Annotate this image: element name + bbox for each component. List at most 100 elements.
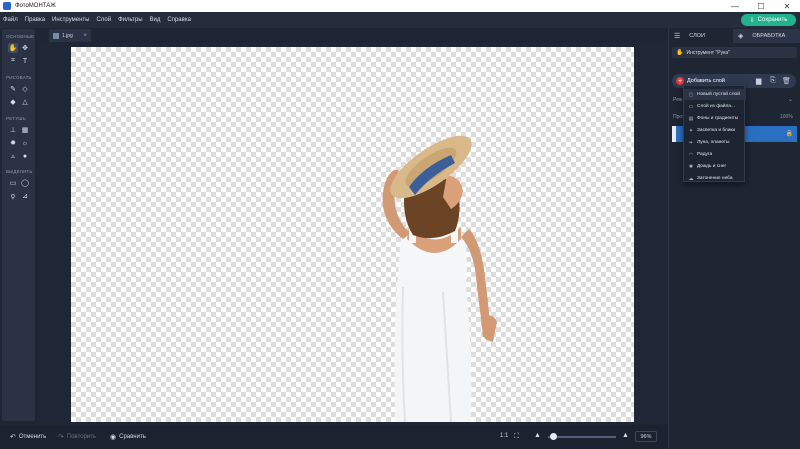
menu-tools[interactable]: Инструменты (52, 17, 89, 23)
lasso-tool-icon[interactable]: ϙ (8, 191, 18, 201)
maximize-button[interactable]: ☐ (748, 0, 774, 12)
add-layer-menu: ▢ Новый пустой слой ▭ Слой из файла... ▤ Фоны… (683, 85, 746, 184)
sliders-icon: ☰ (674, 33, 681, 40)
blend-mode-label: Реж (673, 97, 683, 103)
blur-tool-icon[interactable]: ● (20, 151, 30, 161)
menu-file[interactable]: Файл (3, 17, 18, 23)
crop-tool-icon[interactable]: ⌗ (8, 56, 18, 66)
redo-button[interactable]: ↷ Повторить (58, 433, 96, 441)
patch-tool-icon[interactable]: ▦ (20, 125, 30, 135)
menu-item-label: Луна, планеты (697, 140, 730, 145)
burn-tool-icon[interactable]: ☼ (20, 138, 30, 148)
duplicate-icon[interactable]: ⎘ (770, 77, 776, 85)
app-logo-icon (3, 2, 11, 10)
menu-edit[interactable]: Правка (25, 17, 45, 23)
menu-help[interactable]: Справка (167, 17, 191, 23)
menu-item-cloud[interactable]: ☁ Затонение неба (684, 173, 746, 184)
rect-select-icon[interactable]: ▭ (8, 178, 18, 188)
menu-filters[interactable]: Фильтры (118, 17, 142, 23)
menu-item-label: Новый пустой слой (697, 92, 740, 97)
tools-panel: ОСНОВНЫЕ ✋ ✥ ⌗ T РИСОВАТЬ ✎ ◇ ◆ △ РЕТУШЬ… (2, 29, 35, 421)
panel-tabs: ☰ СЛОИ ◈ ОБРАБОТКА (669, 28, 800, 44)
menu-item-label: Фоны и градиенты (697, 116, 739, 121)
menu-item-snow[interactable]: ✱ Дождь и снег (684, 161, 746, 172)
tab-layers[interactable]: ☰ СЛОИ (669, 29, 733, 43)
undo-label: Отменить (18, 434, 47, 440)
menu-item-sparkle[interactable]: ✦ Засветка и блики (684, 125, 746, 136)
woman-cutout-image (382, 135, 497, 422)
menu-item-leaf[interactable]: ❧ Луна, планеты (684, 137, 746, 148)
menu-item-gradient[interactable]: ▤ Фоны и градиенты (684, 113, 746, 124)
ellipse-select-icon[interactable]: ◯ (20, 178, 30, 188)
trash-icon[interactable]: 🗑 (782, 77, 791, 85)
title-bar: ФотоМОНТАЖ — ☐ ✕ (0, 0, 800, 12)
leaf-icon: ❧ (688, 139, 694, 146)
redo-icon: ↷ (58, 434, 64, 441)
eraser-tool-icon[interactable]: ◇ (20, 84, 30, 94)
redo-label: Повторить (66, 434, 97, 440)
section-retouch: РЕТУШЬ (6, 116, 26, 121)
fit-screen-icon[interactable]: ⛶ (514, 433, 522, 441)
image-canvas[interactable] (71, 47, 634, 422)
menu-item-label: Радуга (697, 152, 713, 157)
eye-icon: ◉ (110, 434, 117, 441)
window-controls: — ☐ ✕ (722, 0, 800, 12)
folder-icon[interactable]: ▆ (756, 77, 761, 85)
close-window-button[interactable]: ✕ (774, 0, 800, 12)
active-tool-label: Инструмент "Рука" (686, 49, 730, 56)
snow-icon: ✱ (688, 163, 694, 170)
polygon-lasso-icon[interactable]: ⊿ (20, 191, 30, 201)
menu-layer[interactable]: Слой (96, 17, 111, 23)
actual-size-button[interactable]: 1:1 (500, 433, 508, 439)
zoom-slider[interactable] (548, 436, 616, 438)
cloud-icon: ☁ (688, 175, 694, 182)
gradient-tool-icon[interactable]: △ (20, 97, 30, 107)
section-select: ВЫДЕЛИТЬ (6, 169, 33, 174)
document-tabs: 1.jpg × (38, 28, 668, 42)
stamp-tool-icon[interactable]: ⊥ (8, 125, 18, 135)
file-icon: ▭ (688, 103, 694, 110)
zoom-value[interactable]: 96% (635, 431, 657, 442)
menu-item-label: Засветка и блики (697, 128, 736, 133)
menu-bar: Файл Правка Инструменты Слой Фильтры Вид… (0, 12, 800, 28)
brush-tool-icon[interactable]: ✎ (8, 84, 18, 94)
layers-icon: ◈ (738, 33, 744, 40)
lock-icon[interactable]: 🔒 (786, 130, 793, 137)
zoom-in-icon[interactable]: ▲ (622, 432, 632, 439)
gradient-icon: ▤ (688, 115, 694, 122)
menu-item-label: Дождь и снег (697, 164, 727, 169)
undo-icon: ↶ (10, 434, 16, 441)
rainbow-icon: ◠ (688, 151, 694, 158)
fill-tool-icon[interactable]: ◆ (8, 97, 18, 107)
close-tab-icon[interactable]: × (83, 33, 87, 39)
dodge-tool-icon[interactable]: ✹ (8, 138, 18, 148)
compare-label: Сравнить (119, 434, 146, 440)
compare-button[interactable]: ◉ Сравнить (110, 433, 146, 441)
zoom-out-icon[interactable]: ▲ (534, 432, 544, 439)
tab-document[interactable]: 1.jpg × (49, 29, 91, 42)
tab-processing[interactable]: ◈ ОБРАБОТКА (733, 29, 800, 43)
tab-processing-label: ОБРАБОТКА (752, 33, 786, 39)
menu-item-label: Затонение неба (697, 176, 733, 181)
workspace[interactable] (38, 42, 668, 424)
tab-layers-label: СЛОИ (689, 33, 705, 39)
minimize-button[interactable]: — (722, 0, 748, 12)
sharpen-tool-icon[interactable]: ▵ (8, 151, 18, 161)
download-icon: ⇩ (749, 17, 755, 24)
new-layer-icon: ▢ (688, 91, 694, 98)
menu-item-new-layer[interactable]: ▢ Новый пустой слой (684, 89, 746, 100)
hand-tool-icon[interactable]: ✋ (8, 43, 18, 53)
zoom-slider-handle[interactable] (550, 433, 557, 440)
undo-button[interactable]: ↶ Отменить (10, 433, 46, 441)
menu-item-file[interactable]: ▭ Слой из файла... (684, 101, 746, 112)
app-title: ФотоМОНТАЖ (15, 3, 56, 9)
text-tool-icon[interactable]: T (20, 56, 30, 66)
menu-item-rainbow[interactable]: ◠ Радуга (684, 149, 746, 160)
menu-view[interactable]: Вид (150, 17, 161, 23)
save-button-label: Сохранить (757, 17, 788, 23)
opacity-value: 100% (780, 114, 793, 120)
chevron-down-icon[interactable]: ⌄ (788, 96, 793, 103)
move-tool-icon[interactable]: ✥ (20, 43, 30, 53)
plus-icon: + (676, 77, 684, 85)
save-button[interactable]: ⇩ Сохранить (741, 14, 796, 26)
